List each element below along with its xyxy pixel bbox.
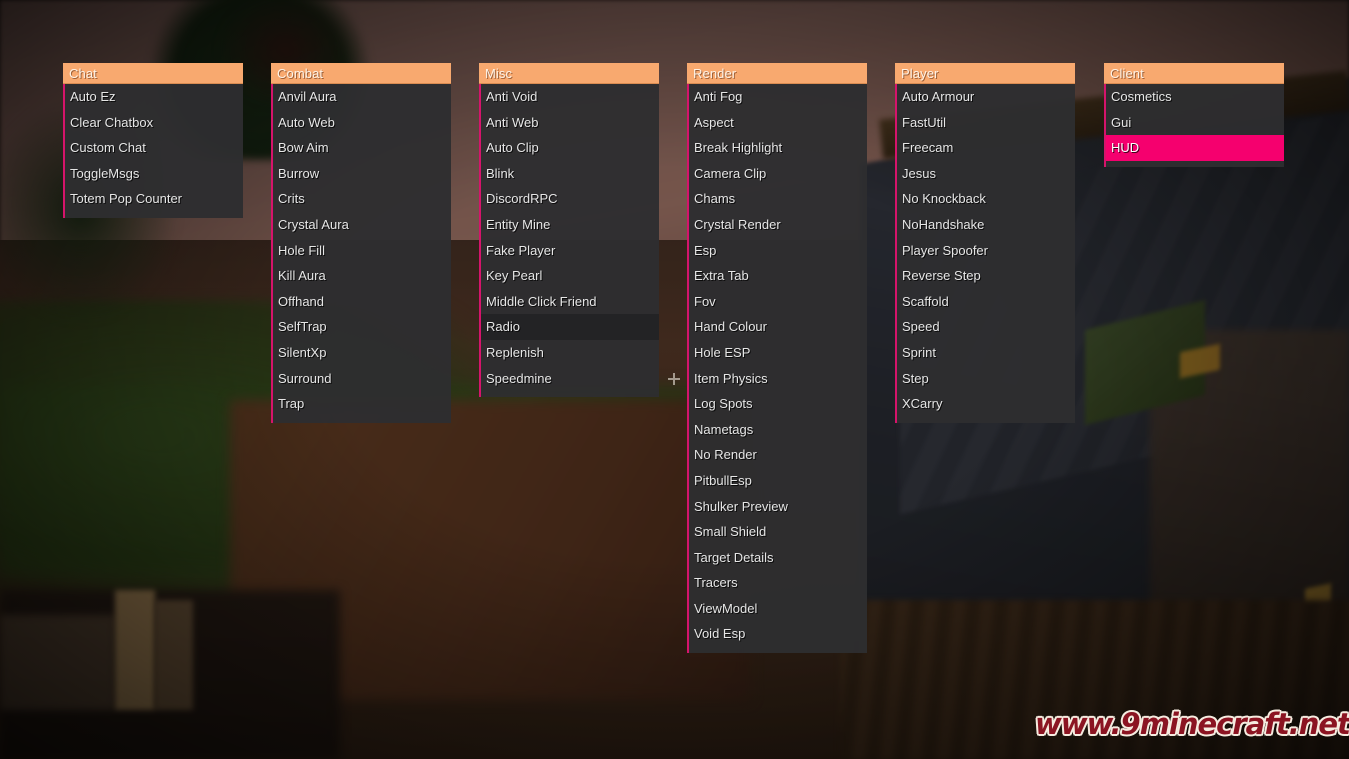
module-sprint[interactable]: Sprint xyxy=(897,340,1075,366)
panel-body-render: Anti Fog Aspect Break Highlight Camera Clip… xyxy=(687,84,867,654)
module-chams[interactable]: Chams xyxy=(689,186,867,212)
module-radio[interactable]: Radio xyxy=(481,314,659,340)
module-cosmetics[interactable]: Cosmetics xyxy=(1106,84,1284,110)
module-fastutil[interactable]: FastUtil xyxy=(897,110,1075,136)
module-viewmodel[interactable]: ViewModel xyxy=(689,596,867,622)
module-crystal-aura[interactable]: Crystal Aura xyxy=(273,212,451,238)
module-crystal-render[interactable]: Crystal Render xyxy=(689,212,867,238)
module-camera-clip[interactable]: Camera Clip xyxy=(689,161,867,187)
module-bow-aim[interactable]: Bow Aim xyxy=(273,135,451,161)
clickgui-panel-player[interactable]: Player Auto Armour FastUtil Freecam Jesus No … xyxy=(895,63,1075,423)
panel-header-client[interactable]: Client xyxy=(1104,63,1284,84)
panel-body-misc: Anti Void Anti Web Auto Clip Blink DiscordRP… xyxy=(479,84,659,398)
module-anti-void[interactable]: Anti Void xyxy=(481,84,659,110)
module-offhand[interactable]: Offhand xyxy=(273,289,451,315)
module-speed[interactable]: Speed xyxy=(897,314,1075,340)
panel-header-render[interactable]: Render xyxy=(687,63,867,84)
module-item-physics[interactable]: Item Physics xyxy=(689,366,867,392)
panel-body-chat: Auto Ez Clear Chatbox Custom Chat ToggleMsg… xyxy=(63,84,243,218)
module-replenish[interactable]: Replenish xyxy=(481,340,659,366)
module-shulker-preview[interactable]: Shulker Preview xyxy=(689,494,867,520)
module-pitbullesp[interactable]: PitbullEsp xyxy=(689,468,867,494)
module-anvil-aura[interactable]: Anvil Aura xyxy=(273,84,451,110)
module-nohandshake[interactable]: NoHandshake xyxy=(897,212,1075,238)
module-small-shield[interactable]: Small Shield xyxy=(689,519,867,545)
module-kill-aura[interactable]: Kill Aura xyxy=(273,263,451,289)
module-no-render[interactable]: No Render xyxy=(689,442,867,468)
module-totem-pop-counter[interactable]: Totem Pop Counter xyxy=(65,186,243,212)
module-auto-ez[interactable]: Auto Ez xyxy=(65,84,243,110)
clickgui-panel-chat[interactable]: Chat Auto Ez Clear Chatbox Custom Chat Toggl… xyxy=(63,63,243,218)
module-auto-armour[interactable]: Auto Armour xyxy=(897,84,1075,110)
module-reverse-step[interactable]: Reverse Step xyxy=(897,263,1075,289)
module-togglemsgs[interactable]: ToggleMsgs xyxy=(65,161,243,187)
clickgui-panel-client[interactable]: Client Cosmetics Gui HUD xyxy=(1104,63,1284,167)
site-watermark: www.9minecraft.net xyxy=(1035,707,1349,741)
module-middle-click-friend[interactable]: Middle Click Friend xyxy=(481,289,659,315)
game-screen: Chat Auto Ez Clear Chatbox Custom Chat Toggl… xyxy=(0,0,1349,759)
module-auto-web[interactable]: Auto Web xyxy=(273,110,451,136)
clickgui-panel-combat[interactable]: Combat Anvil Aura Auto Web Bow Aim Burrow Cri… xyxy=(271,63,451,423)
module-speedmine[interactable]: Speedmine xyxy=(481,366,659,392)
module-jesus[interactable]: Jesus xyxy=(897,161,1075,187)
module-xcarry[interactable]: XCarry xyxy=(897,391,1075,417)
module-break-highlight[interactable]: Break Highlight xyxy=(689,135,867,161)
module-silentxp[interactable]: SilentXp xyxy=(273,340,451,366)
panel-header-combat[interactable]: Combat xyxy=(271,63,451,84)
module-selftrap[interactable]: SelfTrap xyxy=(273,314,451,340)
panel-header-misc[interactable]: Misc xyxy=(479,63,659,84)
module-clear-chatbox[interactable]: Clear Chatbox xyxy=(65,110,243,136)
panel-body-client: Cosmetics Gui HUD xyxy=(1104,84,1284,167)
module-custom-chat[interactable]: Custom Chat xyxy=(65,135,243,161)
module-void-esp[interactable]: Void Esp xyxy=(689,621,867,647)
module-trap[interactable]: Trap xyxy=(273,391,451,417)
clickgui-panel-render[interactable]: Render Anti Fog Aspect Break Highlight Camer… xyxy=(687,63,867,654)
module-surround[interactable]: Surround xyxy=(273,366,451,392)
module-fake-player[interactable]: Fake Player xyxy=(481,238,659,264)
module-extra-tab[interactable]: Extra Tab xyxy=(689,263,867,289)
module-log-spots[interactable]: Log Spots xyxy=(689,391,867,417)
module-player-spoofer[interactable]: Player Spoofer xyxy=(897,238,1075,264)
crosshair-icon xyxy=(668,373,680,385)
module-hud[interactable]: HUD xyxy=(1106,135,1284,161)
module-scaffold[interactable]: Scaffold xyxy=(897,289,1075,315)
module-step[interactable]: Step xyxy=(897,366,1075,392)
module-auto-clip[interactable]: Auto Clip xyxy=(481,135,659,161)
module-key-pearl[interactable]: Key Pearl xyxy=(481,263,659,289)
panel-header-chat[interactable]: Chat xyxy=(63,63,243,84)
module-gui[interactable]: Gui xyxy=(1106,110,1284,136)
module-hole-esp[interactable]: Hole ESP xyxy=(689,340,867,366)
module-tracers[interactable]: Tracers xyxy=(689,570,867,596)
module-blink[interactable]: Blink xyxy=(481,161,659,187)
panel-header-player[interactable]: Player xyxy=(895,63,1075,84)
panel-body-combat: Anvil Aura Auto Web Bow Aim Burrow Crits Crys… xyxy=(271,84,451,423)
module-freecam[interactable]: Freecam xyxy=(897,135,1075,161)
module-crits[interactable]: Crits xyxy=(273,186,451,212)
module-hand-colour[interactable]: Hand Colour xyxy=(689,314,867,340)
module-fov[interactable]: Fov xyxy=(689,289,867,315)
module-entity-mine[interactable]: Entity Mine xyxy=(481,212,659,238)
module-anti-web[interactable]: Anti Web xyxy=(481,110,659,136)
module-discordrpc[interactable]: DiscordRPC xyxy=(481,186,659,212)
module-nametags[interactable]: Nametags xyxy=(689,417,867,443)
module-hole-fill[interactable]: Hole Fill xyxy=(273,238,451,264)
module-burrow[interactable]: Burrow xyxy=(273,161,451,187)
module-esp[interactable]: Esp xyxy=(689,238,867,264)
panel-body-player: Auto Armour FastUtil Freecam Jesus No Knockb… xyxy=(895,84,1075,423)
module-aspect[interactable]: Aspect xyxy=(689,110,867,136)
module-no-knockback[interactable]: No Knockback xyxy=(897,186,1075,212)
module-anti-fog[interactable]: Anti Fog xyxy=(689,84,867,110)
clickgui-panel-misc[interactable]: Misc Anti Void Anti Web Auto Clip Blink Disco… xyxy=(479,63,659,398)
module-target-details[interactable]: Target Details xyxy=(689,545,867,571)
